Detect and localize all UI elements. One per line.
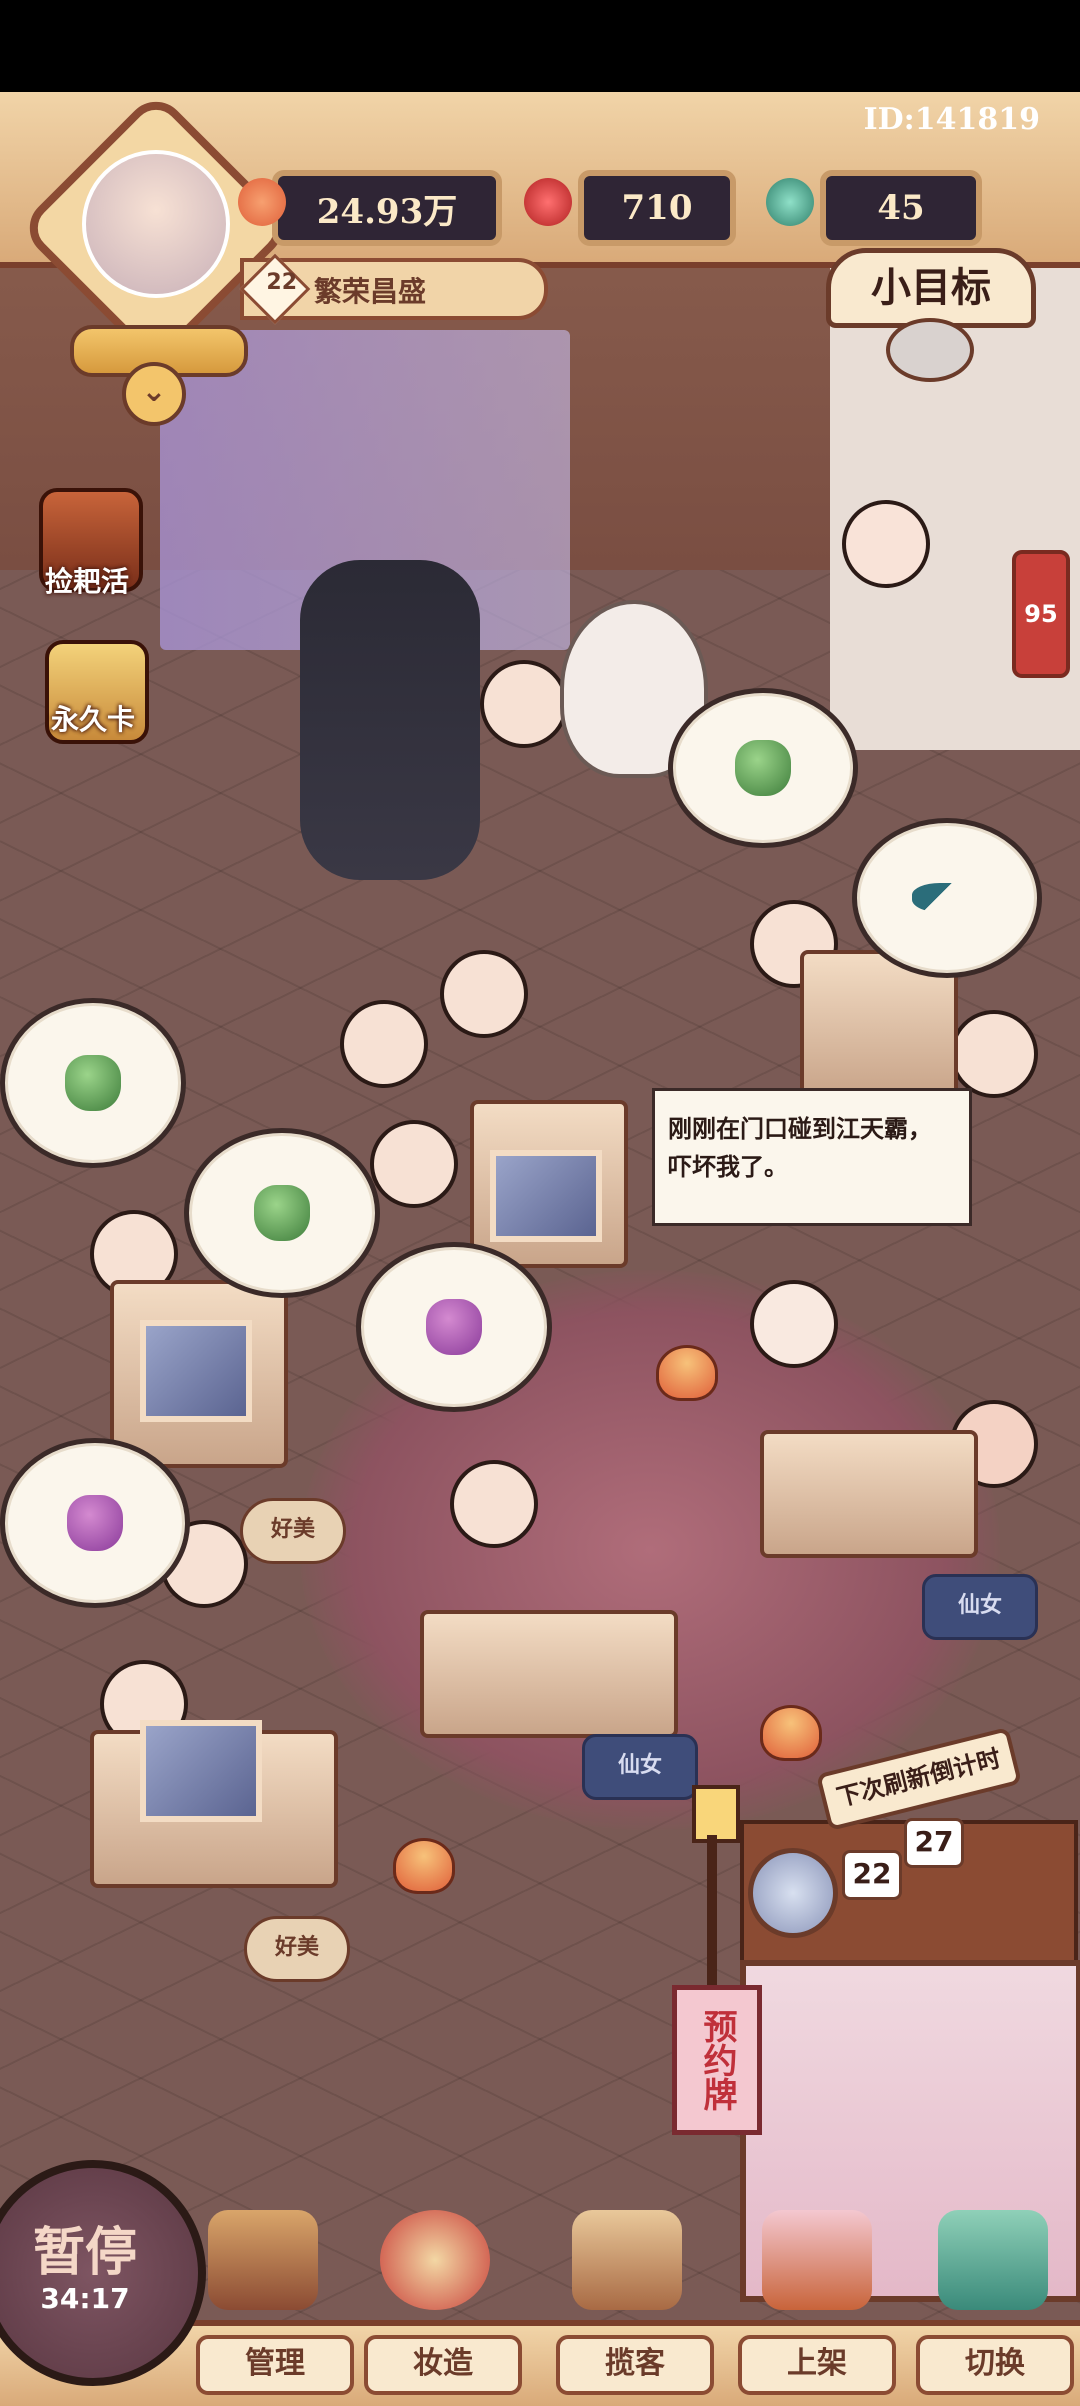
stylist[interactable] [450,1460,538,1548]
resource-apple[interactable]: 710 [524,170,736,246]
dialog-text: 刚刚在门口碰到江天霸，吓坏我了。 [668,1115,932,1181]
cat-mascot-icon [886,318,974,382]
nav-switch-button[interactable] [918,2200,1068,2330]
rating-tag: 好美 [240,1498,346,1564]
customer[interactable] [370,1120,458,1208]
request-bubble[interactable] [668,688,858,848]
customer[interactable] [340,1000,428,1088]
makeup-table[interactable] [420,1610,678,1738]
request-bubble[interactable] [852,818,1042,978]
resource-prosperity-value: 24.93万 [316,191,458,232]
goal-label: 小目标 [826,248,1036,328]
cushion: 仙女 [582,1734,698,1800]
countdown-hours: 22 [842,1850,902,1900]
goal-button[interactable]: 小目标 [826,248,1036,382]
queue-badge[interactable]: 95 [1012,550,1070,678]
nav-shelf-button[interactable] [742,2200,892,2330]
nav-switch-label[interactable]: 切换 [916,2335,1074,2395]
nav-attract-button[interactable] [552,2200,702,2330]
resource-apple-value: 710 [621,188,693,228]
reservation-sign[interactable]: 预约牌 [672,1985,762,2135]
status-bar [0,0,1080,92]
nav-attract-label[interactable]: 揽客 [556,2335,714,2395]
berry-item-icon [426,1299,482,1355]
resource-gem-value: 45 [877,188,925,228]
shopkeeper[interactable] [842,500,930,588]
chevron-down-icon[interactable]: ⌄ [122,362,186,426]
nav-shelf-label[interactable]: 上架 [738,2335,896,2395]
vanity-mirror [490,1150,602,1242]
session-timer: 34:17 [40,2282,130,2315]
customer[interactable] [440,950,528,1038]
side-button-card[interactable]: 永久卡 [38,640,149,750]
request-bubble[interactable] [0,998,186,1168]
countdown-minutes: 27 [904,1818,964,1868]
switch-icon [938,2210,1048,2310]
hand-mirror-icon [748,1848,838,1938]
request-bubble[interactable] [184,1128,380,1298]
jade-gem-icon [65,1055,121,1111]
nav-makeup-label[interactable]: 妆造 [364,2335,522,2395]
resource-gem[interactable]: 45 [766,170,982,246]
shelf-icon [762,2210,872,2310]
side-button-tasks-label: 捡耙活 [44,565,129,598]
makeup-table[interactable] [760,1430,978,1558]
jade-gem-icon [766,178,814,226]
makeup-icon [380,2210,490,2310]
cushion: 仙女 [922,1574,1038,1640]
vanity-mirror [140,1720,262,1822]
berry-item-icon [67,1495,123,1551]
lantern-pole [707,1835,717,1985]
rating-tag: 好美 [244,1916,350,1982]
customer[interactable] [950,1010,1038,1098]
resource-prosperity[interactable]: 24.93万 [238,170,502,246]
vanity-mirror [140,1320,252,1422]
side-button-tasks[interactable]: 捡耙活 [32,488,143,598]
jade-gem-icon [254,1185,310,1241]
side-button-card-label: 永久卡 [50,703,135,736]
level-title: 繁荣昌盛 [314,275,427,308]
heart-coin-icon[interactable] [760,1705,822,1761]
customer-queue[interactable] [300,560,480,880]
level-number: 22 [266,269,298,295]
request-bubble[interactable] [0,1438,190,1608]
player-id: ID:141819 [863,102,1040,137]
nav-management-button[interactable] [188,2200,338,2330]
customer[interactable] [480,660,568,748]
signpost-icon [572,2210,682,2310]
avatar[interactable] [82,150,230,298]
heart-coin-icon [238,178,286,226]
heart-coin-icon[interactable] [656,1345,718,1401]
request-bubble[interactable] [356,1242,552,1412]
management-icon [208,2210,318,2310]
heart-coin-icon[interactable] [393,1838,455,1894]
jade-gem-icon [735,740,791,796]
pause-label: 暂停 [32,2222,137,2283]
red-fruit-icon [524,178,572,226]
makeup-brush-icon [912,883,982,913]
nav-management-label[interactable]: 管理 [196,2335,354,2395]
stylist[interactable] [750,1280,838,1368]
nav-makeup-button[interactable] [360,2200,510,2330]
